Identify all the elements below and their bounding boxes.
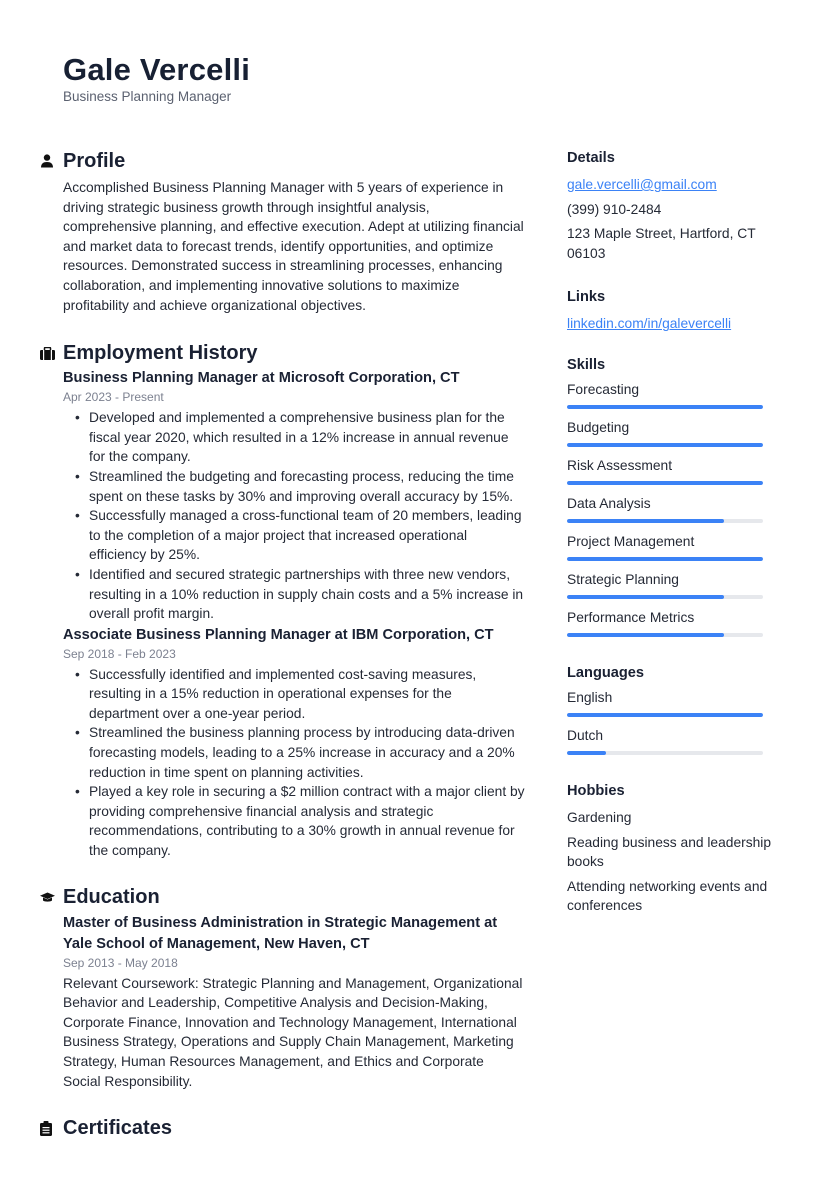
hobby-item: Reading business and leadership books	[567, 834, 772, 870]
job-dates: Sep 2018 - Feb 2023	[63, 646, 176, 661]
language-item: Dutch	[567, 723, 777, 761]
profile-summary: Accomplished Business Planning Manager w…	[63, 180, 524, 313]
language-item: English	[567, 685, 777, 723]
skill-level-fill	[567, 594, 724, 599]
skill-item: Forecasting	[567, 377, 777, 415]
candidate-title: Business Planning Manager	[63, 89, 232, 104]
employment-heading: Employment History	[40, 338, 525, 368]
job-bullets: Successfully identified and implemented …	[63, 665, 525, 861]
skill-label: Risk Assessment	[567, 457, 673, 473]
details-section: Details gale.vercelli@gmail.com (399) 91…	[567, 146, 777, 263]
hobbies-section: Hobbies Gardening Reading business and l…	[567, 779, 777, 916]
job-bullet: Successfully managed a cross-functional …	[75, 506, 525, 565]
skill-item: Data Analysis	[567, 491, 777, 529]
skill-item: Performance Metrics	[567, 605, 777, 643]
certificates-section: Certificates	[40, 1113, 525, 1143]
main-column: Profile Accomplished Business Planning M…	[40, 146, 525, 1143]
address: 123 Maple Street, Hartford, CT 06103	[567, 226, 756, 261]
job-bullets: Developed and implemented a comprehensiv…	[63, 408, 525, 624]
skill-level-fill	[567, 480, 763, 485]
skill-item: Strategic Planning	[567, 567, 777, 605]
hobbies-heading: Hobbies	[567, 782, 625, 799]
clipboard-icon	[40, 1120, 63, 1136]
job-title: Associate Business Planning Manager at I…	[63, 626, 494, 643]
languages-section: Languages English Dutch	[567, 661, 777, 761]
education-description: Relevant Coursework: Strategic Planning …	[63, 975, 523, 1089]
language-level-fill	[567, 750, 607, 755]
skill-level-fill	[567, 556, 763, 561]
language-level-bar	[567, 750, 763, 755]
links-section: Links linkedin.com/in/galevercelli	[567, 285, 777, 334]
skill-level-bar	[567, 404, 763, 409]
skill-level-bar	[567, 480, 763, 485]
person-icon	[40, 154, 63, 168]
briefcase-icon	[40, 346, 63, 360]
resume-header: Gale Vercelli Business Planning Manager	[63, 52, 250, 106]
skill-level-bar	[567, 632, 763, 637]
job-bullet: Streamlined the business planning proces…	[75, 723, 525, 782]
languages-heading: Languages	[567, 664, 645, 681]
job-bullet: Streamlined the budgeting and forecastin…	[75, 467, 525, 506]
skill-label: Budgeting	[567, 419, 630, 435]
skill-level-bar	[567, 594, 763, 599]
skill-level-fill	[567, 442, 763, 447]
profile-section: Profile Accomplished Business Planning M…	[40, 146, 525, 315]
skills-section: Skills Forecasting Budgeting Risk Assessme…	[567, 353, 777, 643]
skill-level-fill	[567, 632, 724, 637]
skill-label: Performance Metrics	[567, 609, 695, 625]
sidebar-column: Details gale.vercelli@gmail.com (399) 91…	[567, 146, 777, 916]
profile-heading: Profile	[40, 146, 525, 176]
job-dates: Apr 2023 - Present	[63, 390, 164, 405]
skill-item: Project Management	[567, 529, 777, 567]
skill-level-fill	[567, 518, 724, 523]
skill-label: Data Analysis	[567, 495, 651, 511]
graduation-cap-icon	[40, 892, 63, 903]
education-heading: Education	[40, 883, 525, 913]
hobby-item: Gardening	[567, 809, 632, 825]
skill-label: Strategic Planning	[567, 571, 679, 587]
language-label: English	[567, 689, 613, 705]
skill-level-bar	[567, 442, 763, 447]
certificates-heading: Certificates	[40, 1113, 525, 1143]
job-bullet: Identified and secured strategic partner…	[75, 565, 525, 624]
skill-level-bar	[567, 518, 763, 523]
skill-item: Risk Assessment	[567, 453, 777, 491]
skill-level-fill	[567, 404, 763, 409]
email-link[interactable]: gale.vercelli@gmail.com	[567, 177, 717, 192]
skills-list: Forecasting Budgeting Risk Assessment Data …	[567, 377, 777, 643]
education-entry: Master of Business Administration in Str…	[63, 913, 525, 1092]
skills-heading: Skills	[567, 356, 606, 373]
phone-number: (399) 910-2484	[567, 201, 662, 217]
job-bullet: Successfully identified and implemented …	[75, 665, 525, 724]
education-section: Education Master of Business Administrat…	[40, 883, 525, 1092]
education-dates: Sep 2013 - May 2018	[63, 955, 178, 970]
job-entry: Associate Business Planning Manager at I…	[63, 625, 525, 861]
section-title: Profile	[63, 149, 126, 172]
job-bullet: Developed and implemented a comprehensiv…	[75, 408, 525, 467]
skill-label: Forecasting	[567, 381, 640, 397]
section-title: Employment History	[63, 341, 258, 364]
employment-section: Employment History Business Planning Man…	[40, 338, 525, 860]
degree-title: Master of Business Administration in Str…	[63, 914, 498, 952]
candidate-name: Gale Vercelli	[63, 52, 251, 87]
details-heading: Details	[567, 150, 615, 166]
section-title: Certificates	[63, 1116, 172, 1139]
linkedin-link[interactable]: linkedin.com/in/galevercelli	[567, 316, 731, 331]
links-heading: Links	[567, 289, 606, 306]
job-bullet: Played a key role in securing a $2 milli…	[75, 782, 525, 860]
language-level-fill	[567, 712, 763, 717]
skill-item: Budgeting	[567, 415, 777, 453]
languages-list: English Dutch	[567, 685, 777, 761]
skill-label: Project Management	[567, 533, 695, 549]
skill-level-bar	[567, 556, 763, 561]
language-level-bar	[567, 712, 763, 717]
language-label: Dutch	[567, 727, 604, 743]
job-entry: Business Planning Manager at Microsoft C…	[63, 368, 525, 624]
job-title: Business Planning Manager at Microsoft C…	[63, 370, 460, 387]
hobby-item: Attending networking events and conferen…	[567, 878, 768, 914]
section-title: Education	[63, 886, 160, 909]
